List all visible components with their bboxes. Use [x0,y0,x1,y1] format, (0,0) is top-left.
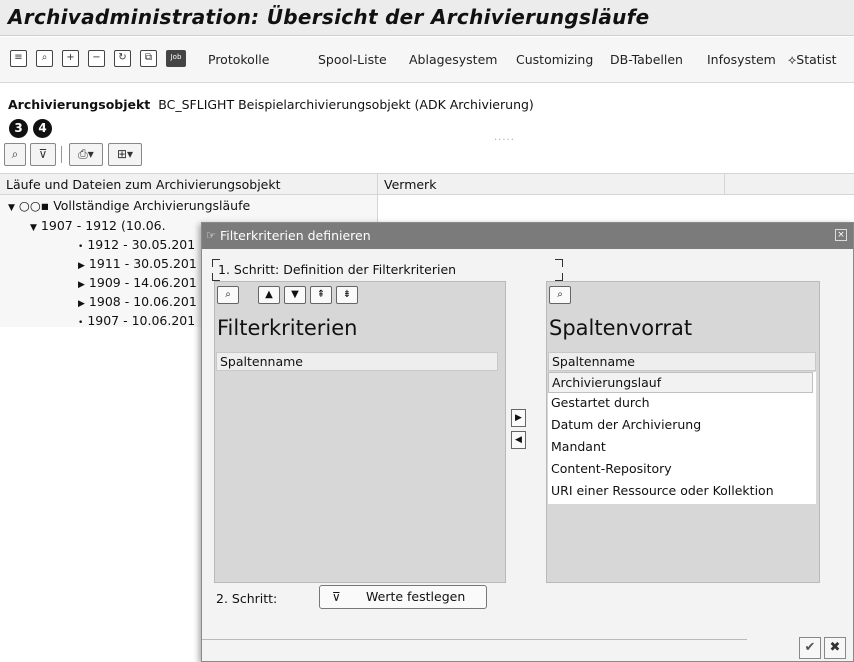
tree-row-label: 1909 - 14.06.201 [88,275,197,290]
archiving-object-label: Archivierungsobjekt [8,97,151,112]
step-2-label: 2. Schritt: [216,591,278,606]
menu-db-tabellen[interactable]: DB-Tabellen [610,52,683,67]
tree-row-label: 1911 - 30.05.201 [88,256,197,271]
tree-header: Läufe und Dateien zum Archivierungsobjek… [0,173,854,195]
print-icon: ⎙ [78,147,88,161]
filter-criteria-heading: Filterkriterien [217,316,358,340]
menu-spool-liste[interactable]: Spool-Liste [318,52,387,67]
move-top-button[interactable]: ⇞ [310,286,332,304]
tree-row-label: 1907 - 10.06.201 [87,313,196,328]
list-item[interactable]: URI einer Ressource oder Kollektion [551,483,774,498]
tree-node-root-label: Vollständige Archivierungsläufe [53,198,251,213]
bullet-icon: • [78,318,84,328]
menu-customizing[interactable]: Customizing [516,52,593,67]
archiving-object-value: BC_SFLIGHT Beispielarchivierungsobjekt (… [158,97,534,112]
move-up-button[interactable]: ▲ [258,286,280,304]
list-item[interactable]: Gestartet durch [551,395,650,410]
tree-row[interactable]: ▶ 1908 - 10.06.201 [78,294,197,309]
layout-button[interactable]: ⊞▾ [108,143,142,166]
filter-button[interactable]: ⊽ [30,143,56,166]
layout-icon: ⊞ [116,147,128,161]
menu-ablagesystem[interactable]: Ablagesystem [409,52,497,67]
application-toolbar: ≡ ⌕ + − ↻ ⧉ Job Protokolle Spool-Liste A… [0,37,854,83]
group-corner [555,259,563,267]
group-corner [555,273,563,281]
caret-down-icon[interactable]: ▼ [8,203,15,213]
column-pool-list: Archivierungslauf Gestartet durch Datum … [548,372,816,504]
find-button[interactable]: ⌕ [4,143,26,166]
column-header-note[interactable]: Vermerk [384,177,436,192]
list-item[interactable]: Datum der Archivierung [551,417,701,432]
filter-icon: ⊽ [38,147,48,161]
filter-criteria-panel: ⌕ ▲ ▼ ⇞ ⇟ Filterkriterien Spaltenname [214,281,506,583]
move-down-button[interactable]: ▼ [284,286,306,304]
tree-node-root[interactable]: ▼ ○○▪ Vollständige Archivierungsläufe [8,198,250,213]
list-item[interactable]: Archivierungslauf [548,372,813,393]
splitter-handle[interactable]: ..... [494,132,515,143]
print-button[interactable]: ⎙▾ [69,143,103,166]
find-icon[interactable]: ⌕ [549,286,571,304]
column-pool-header[interactable]: Spaltenname [548,352,816,371]
set-values-button[interactable]: ⊽ Werte festlegen [319,585,487,609]
collapse-icon[interactable]: − [88,50,105,67]
confirm-button[interactable]: ✔ [799,637,821,659]
caret-down-icon[interactable]: ▼ [30,223,37,233]
caret-right-icon[interactable]: ▶ [78,299,85,309]
menu-protokolle[interactable]: Protokolle [208,52,269,67]
tree-node-icon: ○○▪ [18,198,50,213]
remove-column-button[interactable]: ◀ [511,431,526,449]
title-bar: Archivadministration: Übersicht der Arch… [0,0,854,36]
list-icon[interactable]: ≡ [10,50,27,67]
tree-row[interactable]: • 1907 - 10.06.201 [78,313,195,328]
dialog-icon: ☞ [206,229,216,242]
refresh-icon[interactable]: ↻ [114,50,131,67]
tree-node-group[interactable]: ▼ 1907 - 1912 (10.06. [30,218,166,233]
set-values-label: Werte festlegen [366,589,466,604]
menu-statistik[interactable]: ⟡Statist [788,52,837,68]
tree-node-group-label: 1907 - 1912 (10.06. [40,218,166,233]
job-icon[interactable]: Job [166,50,186,67]
add-column-button[interactable]: ▶ [511,409,526,427]
move-bottom-button[interactable]: ⇟ [336,286,358,304]
column-divider [724,173,725,195]
tree-row[interactable]: • 1912 - 30.05.201 [78,237,195,252]
bullet-icon: • [78,242,84,252]
tree-row-label: 1908 - 10.06.201 [88,294,197,309]
menu-infosystem[interactable]: Infosystem [707,52,776,67]
close-icon[interactable]: × [835,229,847,241]
callout-badge-4: 4 [33,119,52,138]
expand-icon[interactable]: + [62,50,79,67]
callout-badge-3: 3 [9,119,28,138]
caret-right-icon[interactable]: ▶ [78,261,85,271]
step-1-label: 1. Schritt: Definition der Filterkriteri… [218,262,457,277]
copy-icon[interactable]: ⧉ [140,50,157,67]
column-pool-panel: ⌕ Spaltenvorrat Spaltenname Archivierung… [546,281,820,583]
filter-criteria-dialog: ☞ Filterkriterien definieren × 1. Schrit… [201,222,854,662]
dialog-title: Filterkriterien definieren [220,228,371,243]
filter-column-header[interactable]: Spaltenname [216,352,498,371]
toolbar-separator [61,146,62,163]
find-icon[interactable]: ⌕ [217,286,239,304]
column-pool-heading: Spaltenvorrat [549,316,693,340]
list-item[interactable]: Mandant [551,439,606,454]
tree-row[interactable]: ▶ 1909 - 14.06.201 [78,275,197,290]
column-header-runs[interactable]: Läufe und Dateien zum Archivierungsobjek… [6,177,281,192]
dialog-footer-divider [202,639,747,640]
filter-icon: ⊽ [332,590,341,604]
menu-statistik-label: Statist [796,52,837,67]
page-title: Archivadministration: Übersicht der Arch… [8,5,650,29]
tree-row[interactable]: ▶ 1911 - 30.05.201 [78,256,197,271]
list-item[interactable]: Content-Repository [551,461,672,476]
archiving-object-line: Archivierungsobjekt BC_SFLIGHT Beispiela… [8,97,534,112]
find-icon[interactable]: ⌕ [36,50,53,67]
caret-right-icon[interactable]: ▶ [78,280,85,290]
dialog-title-bar[interactable]: ☞ Filterkriterien definieren × [202,223,853,249]
cancel-button[interactable]: ✖ [824,637,846,659]
tree-row-label: 1912 - 30.05.201 [87,237,196,252]
